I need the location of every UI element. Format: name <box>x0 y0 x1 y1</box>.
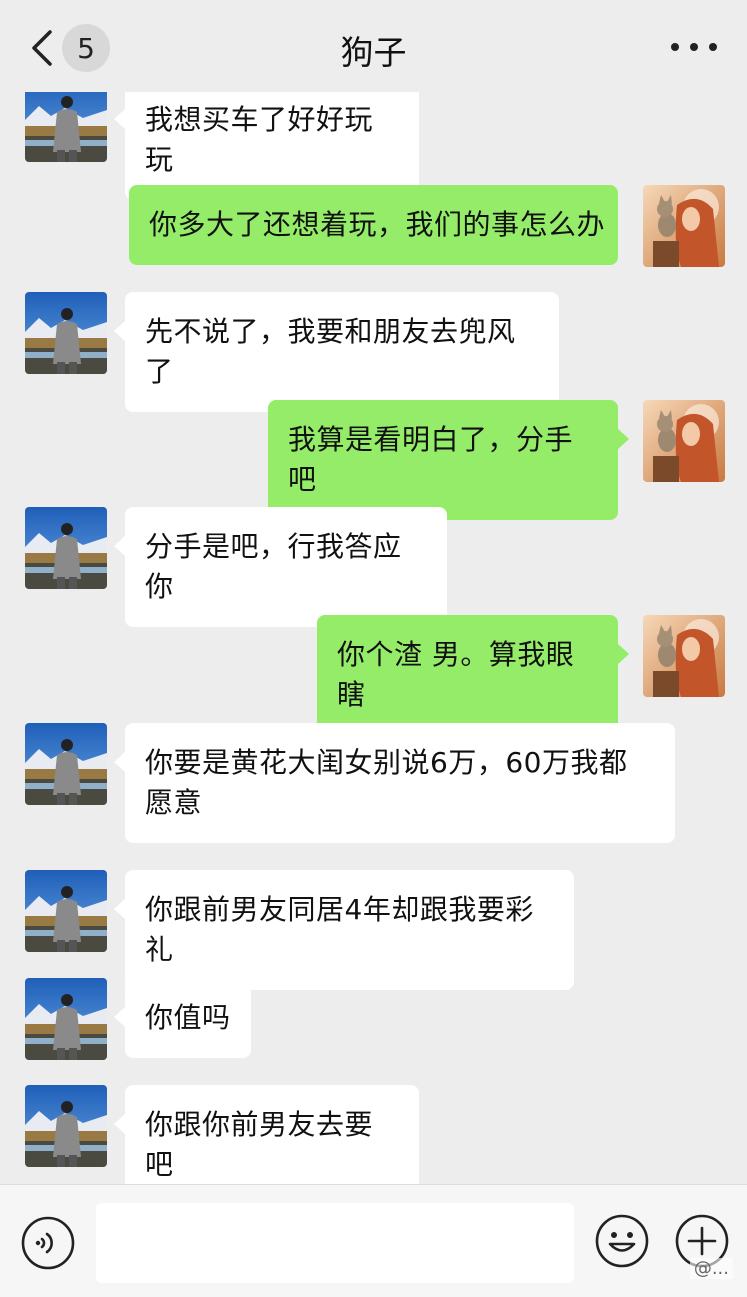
message-bubble-incoming[interactable]: 你要是黄花大闺女别说6万，60万我都愿意 <box>114 723 675 843</box>
voice-input-button[interactable] <box>20 1215 76 1271</box>
message-bubble-outgoing[interactable]: 我算是看明白了，分手吧 <box>268 400 629 520</box>
contact-avatar[interactable] <box>25 723 107 805</box>
message-list[interactable]: 我想买车了好好玩玩 你多大了还想着玩，我们的事怎么办 先不说了，我要和朋友去兜风… <box>0 92 747 1184</box>
contact-avatar[interactable] <box>25 978 107 1060</box>
chat-title: 狗子 <box>340 33 407 72</box>
contact-avatar[interactable] <box>25 1085 107 1167</box>
message-input[interactable] <box>96 1203 574 1283</box>
more-dot-icon <box>690 43 698 51</box>
more-dot-icon <box>671 43 679 51</box>
message-bubble-incoming[interactable]: 我想买车了好好玩玩 <box>114 92 419 200</box>
my-avatar[interactable] <box>643 615 725 697</box>
message-bubble-incoming[interactable]: 你跟你前男友去要吧 <box>114 1085 419 1184</box>
contact-avatar[interactable] <box>25 870 107 952</box>
voice-icon <box>21 1216 75 1270</box>
input-bar: @... <box>0 1184 747 1297</box>
emoji-icon <box>595 1214 649 1268</box>
message-bubble-incoming[interactable]: 先不说了，我要和朋友去兜风了 <box>114 292 559 412</box>
message-bubble-outgoing[interactable]: 你个渣 男。算我眼瞎 <box>317 615 629 735</box>
more-dot-icon <box>709 43 717 51</box>
more-options-button[interactable] <box>671 34 717 60</box>
message-bubble-incoming[interactable]: 分手是吧，行我答应你 <box>114 507 447 627</box>
message-bubble-outgoing[interactable]: 你多大了还想着玩，我们的事怎么办 <box>129 185 618 265</box>
message-bubble-incoming[interactable]: 你跟前男友同居4年却跟我要彩礼 <box>114 870 574 990</box>
my-avatar[interactable] <box>643 185 725 267</box>
message-bubble-incoming[interactable]: 你值吗 <box>114 978 251 1058</box>
my-avatar[interactable] <box>643 400 725 482</box>
chat-header: 5 狗子 <box>0 0 747 92</box>
emoji-button[interactable] <box>594 1213 650 1269</box>
contact-avatar[interactable] <box>25 92 107 162</box>
watermark: @... <box>689 1258 733 1279</box>
contact-avatar[interactable] <box>25 507 107 589</box>
contact-avatar[interactable] <box>25 292 107 374</box>
